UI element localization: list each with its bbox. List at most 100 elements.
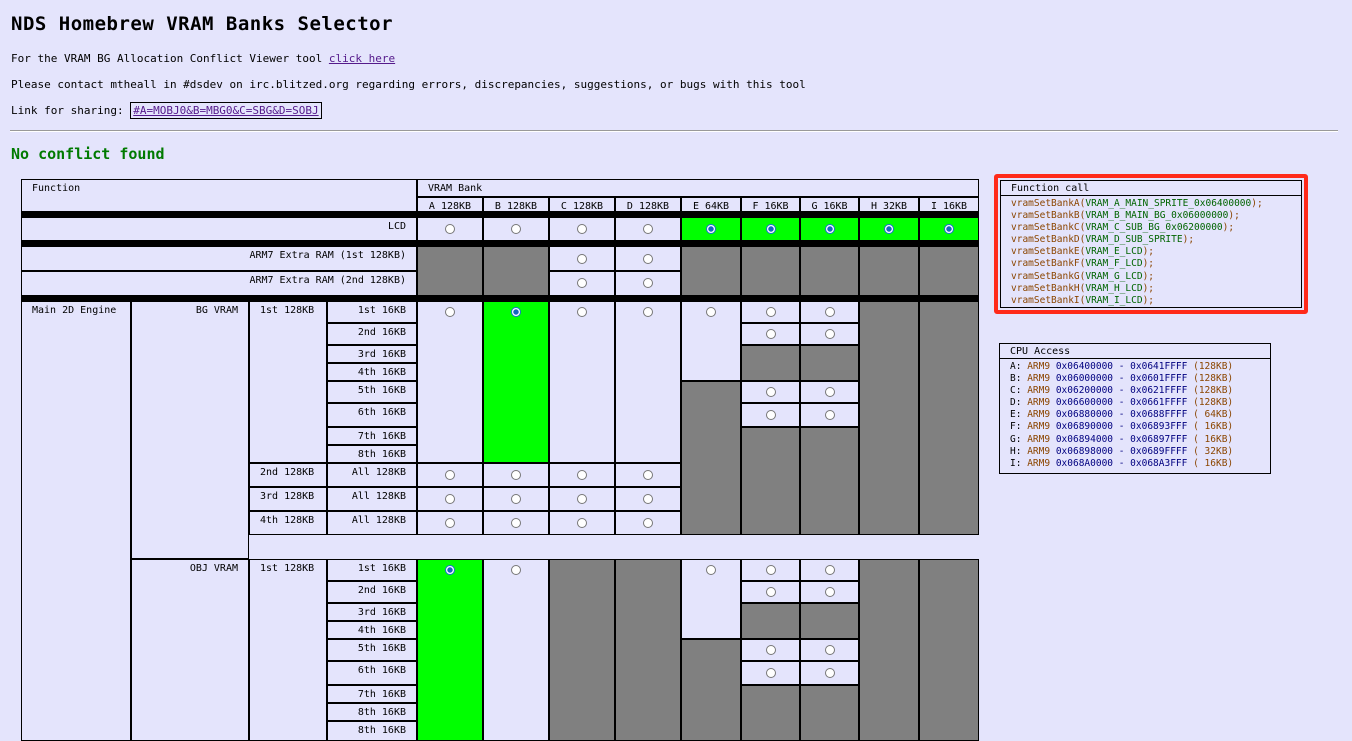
bg-16k-radio[interactable]: [824, 329, 835, 339]
obj-16k-radio[interactable]: [765, 565, 776, 575]
obj-16k-radio[interactable]: [824, 565, 835, 575]
arm7-1st-radio[interactable]: [643, 254, 653, 264]
function-call-line: vramSetBankA(VRAM_A_MAIN_SPRITE_0x064000…: [1001, 198, 1301, 210]
bg-128k-radio[interactable]: [577, 470, 587, 480]
bg-128k-radio[interactable]: [445, 494, 455, 504]
function-call-line: vramSetBankH(VRAM_H_LCD);: [1001, 283, 1301, 295]
lcd-label: LCD: [21, 217, 417, 241]
obj-16k-radio[interactable]: [765, 645, 776, 655]
bg-16k-radio[interactable]: [824, 387, 835, 397]
bank-header-h: H 32KB: [859, 197, 919, 212]
bg-128k-radio[interactable]: [445, 470, 455, 480]
lcd-radio-b[interactable]: [511, 224, 521, 234]
lcd-radio-f[interactable]: [765, 224, 776, 234]
cpu-name: ARM9: [1027, 433, 1051, 445]
bg-128k-radio[interactable]: [577, 494, 587, 504]
cpu-access-line: E: ARM9 0x06880000 - 0x0688FFFF ( 64KB): [1000, 409, 1270, 421]
bg-128k-radio[interactable]: [511, 518, 521, 528]
lcd-radio-g[interactable]: [824, 224, 835, 234]
bg-128k-radio[interactable]: [577, 518, 587, 528]
bg-tool-link[interactable]: click here: [329, 52, 395, 65]
bank-header-c: C 128KB: [549, 197, 615, 212]
lcd-radio-a[interactable]: [445, 224, 455, 234]
bg-1st-radio-b[interactable]: [511, 307, 521, 317]
bg-128k-radio[interactable]: [511, 470, 521, 480]
bg-128k-radio[interactable]: [511, 494, 521, 504]
obj-1st-radio-e[interactable]: [706, 565, 716, 575]
conflict-status: No conflict found: [11, 145, 165, 163]
cpu-name: ARM9: [1027, 409, 1051, 421]
bg-1st-radio-a[interactable]: [445, 307, 455, 317]
bg-16k-label: 5th 16KB: [327, 381, 417, 403]
obj-unavailable-cell: [741, 685, 800, 741]
bg-16k-radio[interactable]: [824, 410, 835, 420]
bank-header-e: E 64KB: [681, 197, 741, 212]
bg-16k-label: 7th 16KB: [327, 427, 417, 445]
function-name: vramSetBankE(: [1011, 246, 1086, 258]
vram-bank-table: Function VRAM Bank A 128KB B 128KB C 128KB D …: [21, 179, 979, 741]
cpu-address-range: 0x06890000 - 0x06893FFF: [1055, 421, 1188, 433]
bg-16k-label: 4th 16KB: [327, 363, 417, 381]
lcd-radio-c[interactable]: [577, 224, 587, 234]
bank-header-g: G 16KB: [800, 197, 859, 212]
cpu-bank-size: ( 16KB): [1193, 421, 1234, 433]
obj-128k-label: 1st 128KB: [249, 559, 327, 741]
bg-128k-radio[interactable]: [643, 494, 653, 504]
lcd-radio-d[interactable]: [643, 224, 653, 234]
cpu-bank-letter: D:: [1010, 397, 1022, 409]
lcd-radio-h[interactable]: [884, 224, 894, 234]
bg-1st-radio-c[interactable]: [577, 307, 587, 317]
bg-16k-radio[interactable]: [765, 387, 776, 397]
obj-1st-radio-a[interactable]: [445, 565, 455, 575]
function-arg: VRAM_G_LCD: [1085, 270, 1143, 282]
cpu-access-line: F: ARM9 0x06890000 - 0x06893FFF ( 16KB): [1000, 421, 1270, 433]
bg-16k-radio[interactable]: [765, 307, 776, 317]
bg-16k-radio[interactable]: [824, 307, 835, 317]
bg-unavailable-cell: [919, 301, 979, 535]
divider: [10, 130, 1338, 132]
obj-16k-radio[interactable]: [824, 587, 835, 597]
arm7-2nd-radio[interactable]: [577, 278, 587, 288]
arm7-1st-radio[interactable]: [577, 254, 587, 264]
cpu-address-range: 0x06894000 - 0x06897FFF: [1055, 433, 1188, 445]
bg-16k-label: 8th 16KB: [327, 445, 417, 463]
cpu-access-line: G: ARM9 0x06894000 - 0x06897FFF ( 16KB): [1000, 434, 1270, 446]
cpu-name: ARM9: [1027, 361, 1051, 372]
bg-16k-radio[interactable]: [765, 410, 776, 420]
function-arg: VRAM_A_MAIN_SPRITE_0x06400000: [1085, 198, 1252, 209]
bg-128k-radio[interactable]: [445, 518, 455, 528]
arm7-2nd-radio[interactable]: [643, 278, 653, 288]
bg-unavailable-cell: [741, 345, 800, 381]
obj-16k-radio[interactable]: [765, 668, 776, 678]
cpu-bank-letter: G:: [1010, 433, 1022, 445]
cpu-bank-size: (128KB): [1193, 385, 1234, 397]
function-end: );: [1142, 258, 1155, 270]
share-link[interactable]: #A=MOBJ0&B=MBG0&C=SBG&D=SOBJ: [133, 104, 318, 117]
bg-16k-radio[interactable]: [765, 329, 776, 339]
bg-1st-radio-d[interactable]: [643, 307, 653, 317]
function-end: );: [1142, 282, 1155, 294]
cpu-name: ARM9: [1027, 385, 1051, 397]
obj-1st-radio-b[interactable]: [511, 565, 521, 575]
obj-16k-radio[interactable]: [824, 668, 835, 678]
cpu-access-line: I: ARM9 0x068A0000 - 0x068A3FFF ( 16KB): [1000, 458, 1270, 470]
lcd-radio-e[interactable]: [706, 224, 716, 234]
function-call-box: Function call vramSetBankA(VRAM_A_MAIN_S…: [994, 174, 1308, 314]
lcd-radio-i[interactable]: [944, 224, 954, 234]
function-end: );: [1228, 210, 1240, 222]
cpu-bank-letter: C:: [1010, 385, 1022, 397]
bg-1st-radio-e[interactable]: [706, 307, 716, 317]
cpu-bank-letter: B:: [1010, 373, 1022, 385]
obj-16k-radio[interactable]: [765, 587, 776, 597]
bg-unavailable-cell: [800, 345, 859, 381]
function-end: );: [1222, 222, 1235, 234]
bg-128k-radio[interactable]: [643, 518, 653, 528]
cpu-bank-size: ( 16KB): [1193, 457, 1234, 469]
bg-128k-label: 3rd 128KB: [249, 487, 327, 511]
obj-16k-radio[interactable]: [824, 645, 835, 655]
bank-header-f: F 16KB: [741, 197, 800, 212]
arm7-unavailable-cell: [417, 246, 483, 296]
cpu-access-line: H: ARM9 0x06898000 - 0x0689FFFF ( 32KB): [1000, 446, 1270, 458]
bg-128k-radio[interactable]: [643, 470, 653, 480]
share-line: Link for sharing: #A=MOBJ0&B=MBG0&C=SBG&…: [11, 102, 322, 119]
